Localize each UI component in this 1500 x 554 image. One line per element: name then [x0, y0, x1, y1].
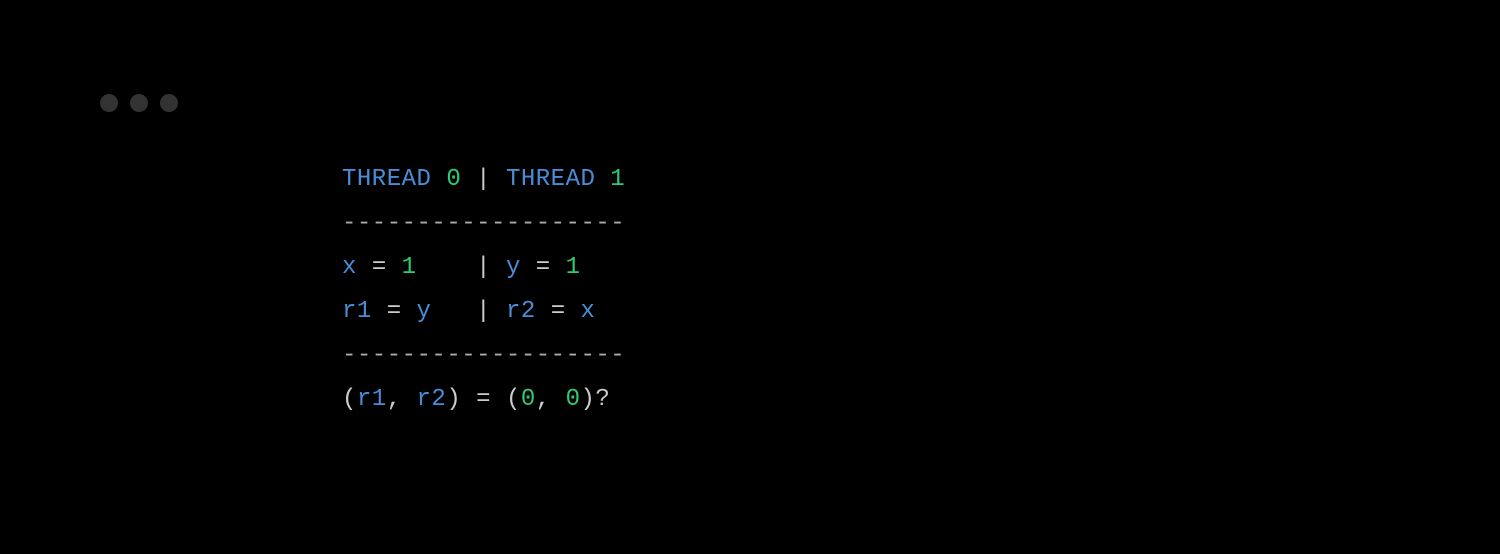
- window-controls: [100, 94, 178, 112]
- header-line: THREAD 0 | THREAD 1: [342, 158, 625, 202]
- result-r1: r1: [357, 386, 387, 413]
- header-sep: |: [476, 166, 491, 193]
- window-dot-1: [100, 94, 118, 112]
- result-zero2: 0: [566, 386, 581, 413]
- thread1-num: 1: [610, 166, 625, 193]
- thread1-label: THREAD: [506, 166, 595, 193]
- code-block: THREAD 0 | THREAD 1 ------------------- …: [342, 158, 625, 422]
- divider-2: -------------------: [342, 334, 625, 378]
- thread0-label: THREAD: [342, 166, 431, 193]
- result-r2: r2: [417, 386, 447, 413]
- window-dot-2: [130, 94, 148, 112]
- window-dot-3: [160, 94, 178, 112]
- var-r1: r1: [342, 298, 372, 325]
- var-y2: y: [417, 298, 432, 325]
- var-x: x: [342, 254, 357, 281]
- row-2: r1 = y | r2 = x: [342, 290, 625, 334]
- var-r2: r2: [506, 298, 536, 325]
- val-1a: 1: [402, 254, 417, 281]
- row-1: x = 1 | y = 1: [342, 246, 625, 290]
- val-1b: 1: [566, 254, 581, 281]
- result-zero1: 0: [521, 386, 536, 413]
- result-line: (r1, r2) = (0, 0)?: [342, 378, 625, 422]
- divider-1: -------------------: [342, 202, 625, 246]
- var-y: y: [506, 254, 521, 281]
- thread0-num: 0: [446, 166, 461, 193]
- var-x2: x: [581, 298, 596, 325]
